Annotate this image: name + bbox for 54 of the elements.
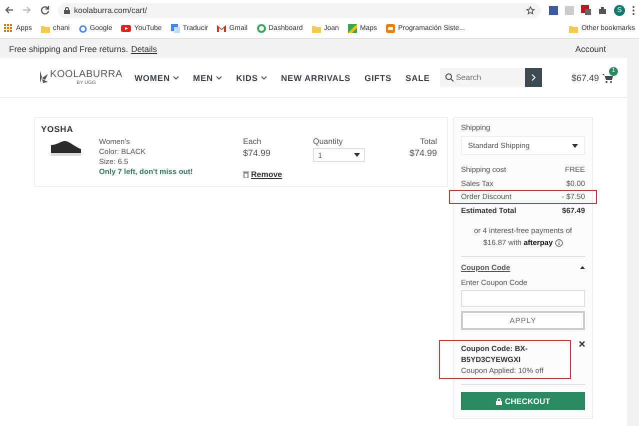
chevron-down-icon — [173, 76, 179, 80]
promo-text: Free shipping and Free returns. — [9, 44, 128, 54]
nav-link[interactable]: KIDS — [236, 72, 268, 82]
folder-icon — [569, 24, 578, 32]
account-link[interactable]: Account — [575, 44, 606, 54]
coupon-input[interactable] — [461, 290, 585, 307]
caret-icon — [572, 144, 578, 148]
folder-icon — [312, 24, 321, 32]
logo-text[interactable]: KOOLABURRA — [50, 69, 122, 80]
menu-icon[interactable] — [632, 6, 635, 14]
nav-link[interactable]: MEN — [193, 72, 222, 82]
trash-icon — [243, 171, 249, 178]
gmail-icon — [217, 25, 226, 32]
details-link[interactable]: Details — [131, 44, 158, 54]
extension-icon[interactable] — [581, 5, 591, 15]
chevron-down-icon — [261, 76, 268, 80]
quantity-label: Quantity — [313, 137, 344, 146]
lock-icon — [64, 6, 70, 14]
total-label: Total — [420, 137, 437, 146]
info-icon[interactable] — [554, 239, 563, 247]
cart-total[interactable]: $67.49 — [571, 72, 599, 82]
nav-link[interactable]: NEW ARRIVALS — [281, 72, 351, 82]
line-total: $74.99 — [409, 148, 437, 158]
map-icon — [348, 24, 357, 33]
leaf-icon — [38, 70, 48, 84]
apps-icon — [4, 24, 13, 33]
search-icon — [444, 73, 454, 82]
each-label: Each — [243, 137, 262, 146]
checkout-button[interactable]: CHECKOUT — [461, 392, 585, 410]
caret-up-icon[interactable] — [580, 266, 585, 269]
product-name[interactable]: YOSHA — [41, 124, 437, 134]
close-icon[interactable] — [579, 341, 585, 347]
youtube-icon — [121, 25, 132, 32]
remove-link[interactable]: Remove — [243, 170, 313, 179]
folder-icon — [40, 24, 50, 32]
scrollbar[interactable] — [627, 39, 639, 426]
unit-price: $74.99 — [243, 148, 272, 158]
caret-icon — [354, 153, 360, 157]
nav-link[interactable]: SALE — [406, 72, 430, 82]
chevron-right-icon — [530, 74, 536, 81]
nav-link[interactable]: GIFTS — [364, 72, 392, 82]
address-bar[interactable]: koolaburra.com/cart/ — [58, 2, 541, 18]
search-button[interactable] — [524, 68, 542, 87]
nav-link[interactable]: WOMEN — [134, 72, 179, 82]
search-bar[interactable]: Search — [440, 68, 542, 87]
chevron-down-icon — [216, 76, 222, 80]
sneaker-drawing — [49, 139, 83, 157]
back-icon[interactable] — [4, 5, 14, 15]
lock-icon — [496, 398, 502, 404]
reload-icon[interactable] — [40, 5, 50, 15]
search-input[interactable]: Search — [454, 73, 525, 82]
cart-icon[interactable] — [602, 72, 613, 82]
star-icon[interactable] — [526, 6, 535, 14]
circle-icon — [256, 24, 266, 33]
